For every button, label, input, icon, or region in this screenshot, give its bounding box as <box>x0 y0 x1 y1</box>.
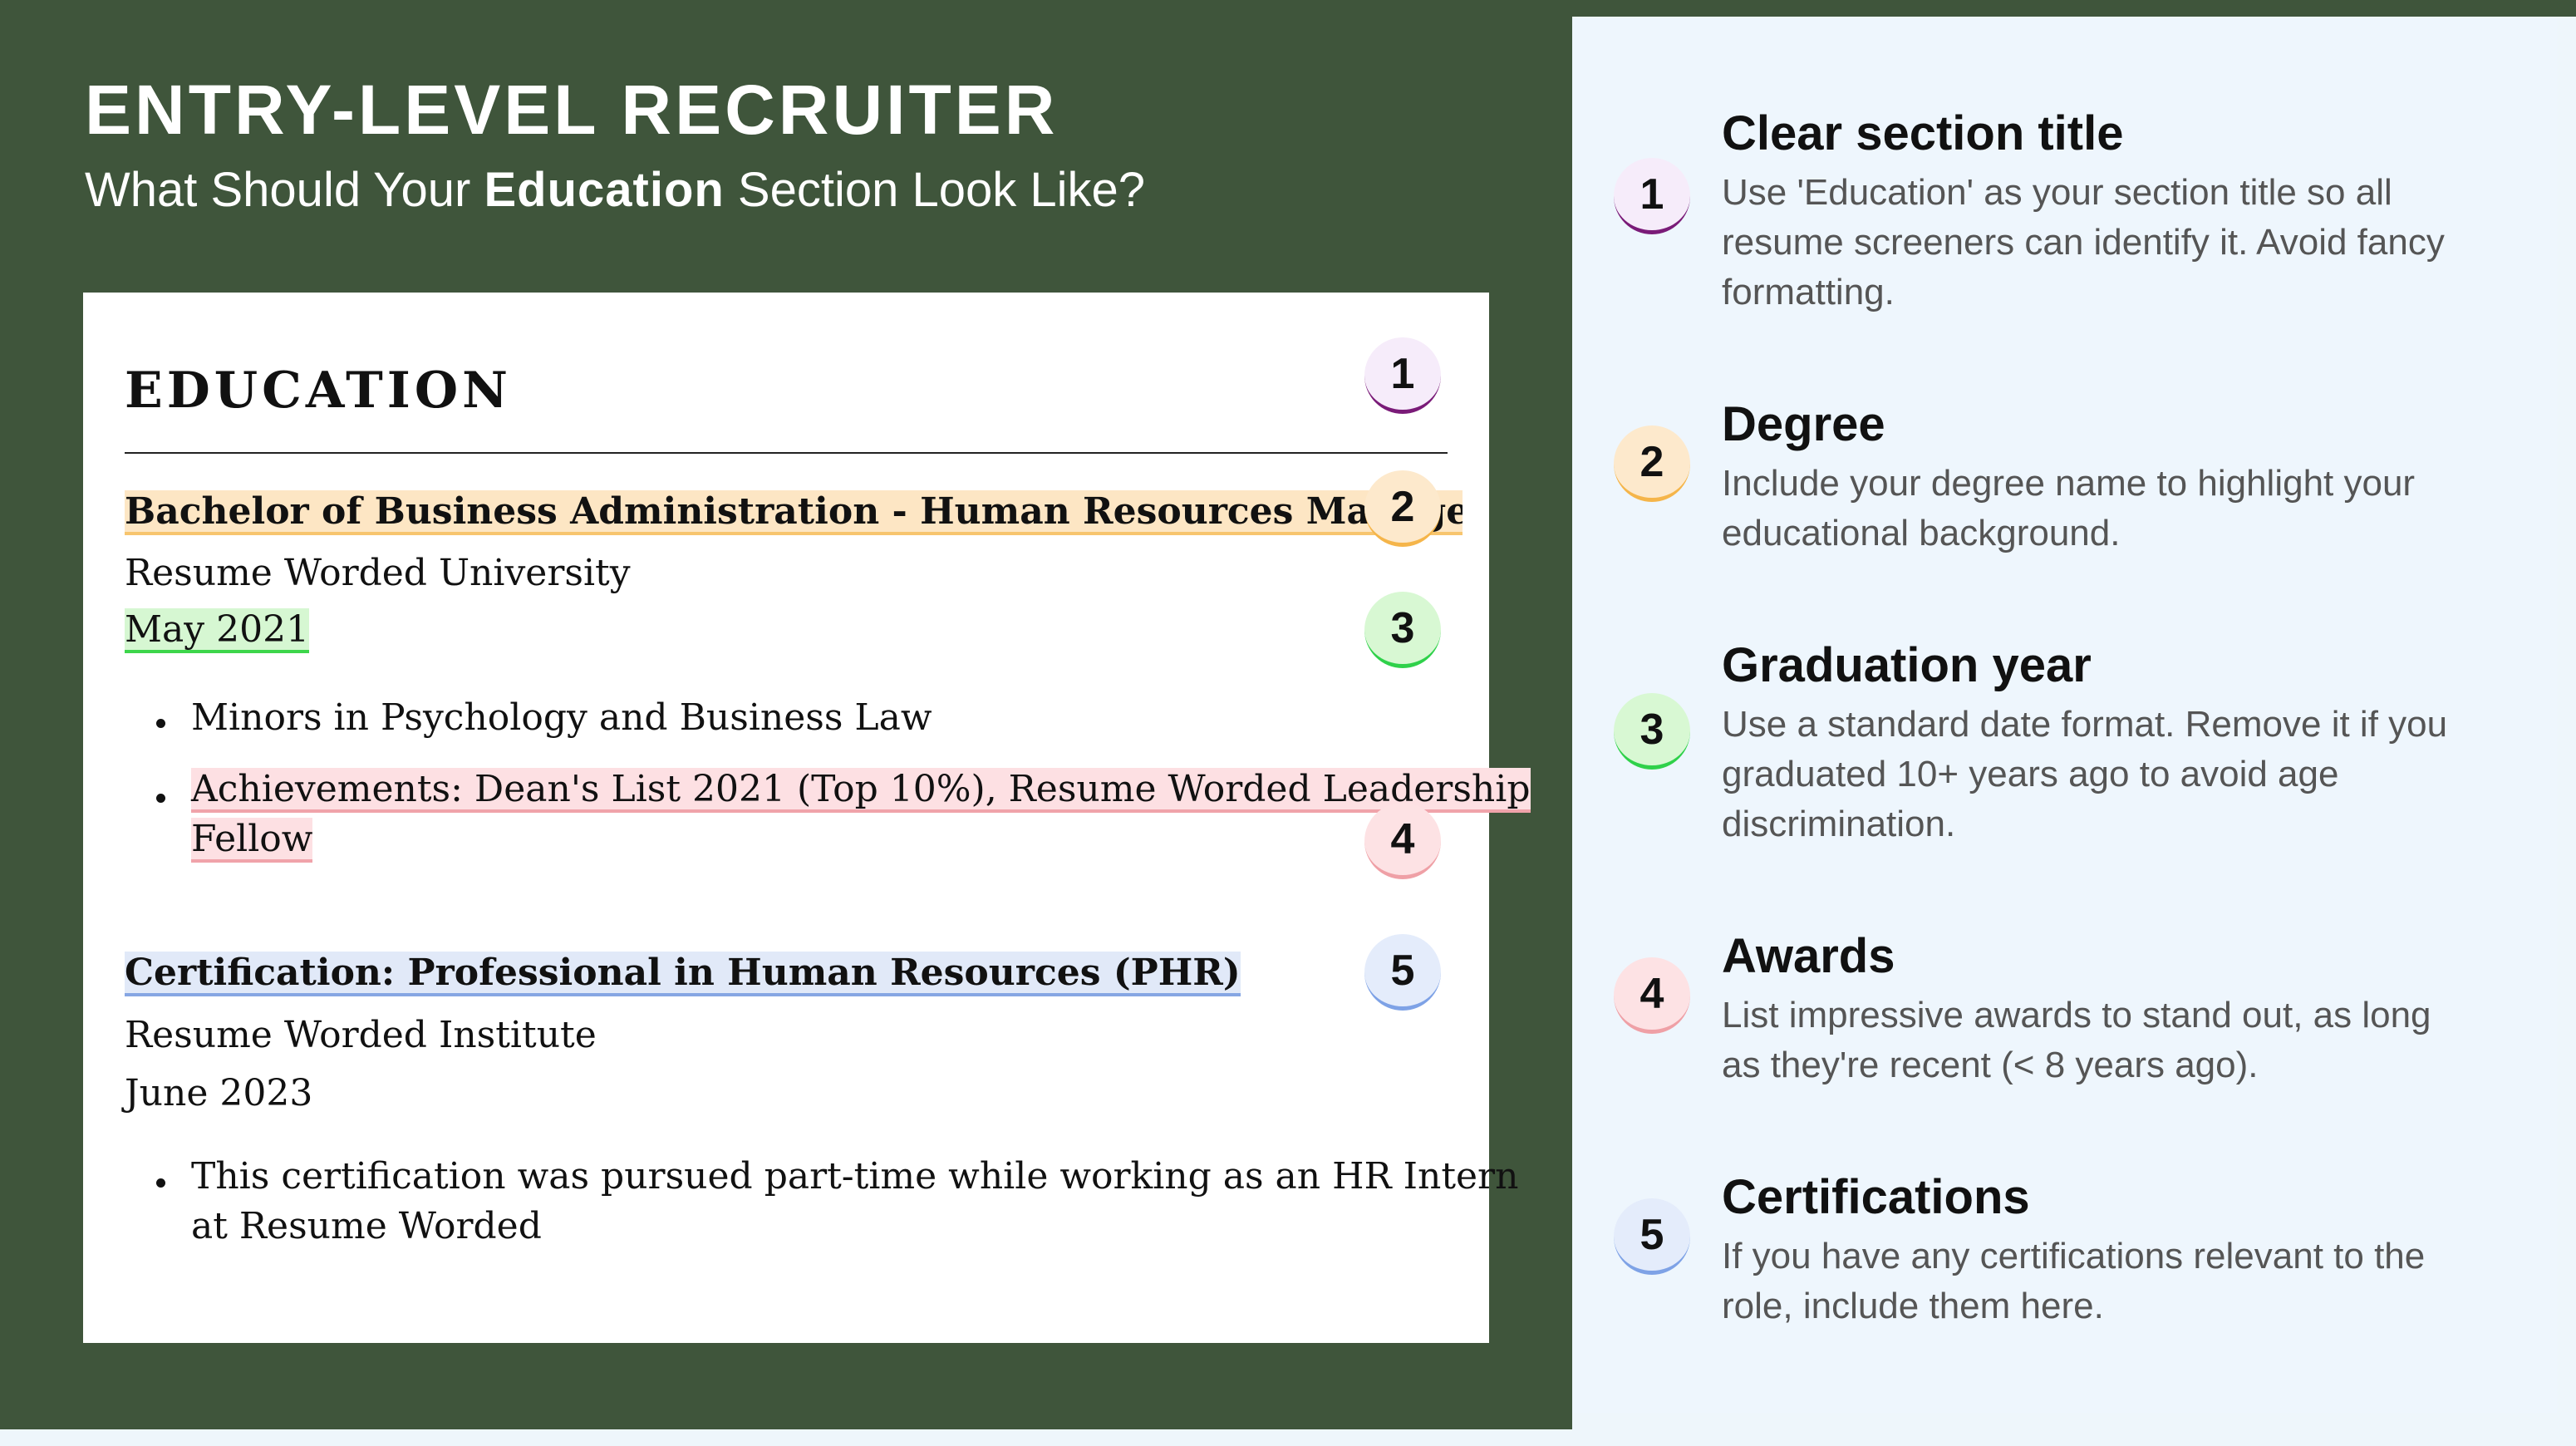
page-title: ENTRY-LEVEL RECRUITER <box>85 71 1059 149</box>
tip-desc-5: If you have any certifications relevant … <box>1722 1236 2426 1326</box>
badge-4: 4 <box>1364 803 1441 879</box>
subtitle-suffix: Section Look Like? <box>724 163 1146 217</box>
badge-3: 3 <box>1364 592 1441 668</box>
subtitle-prefix: What Should Your <box>85 163 484 217</box>
minors-bullet: Minors in Psychology and Business Law <box>191 696 932 739</box>
subtitle-bold: Education <box>484 163 725 217</box>
tip-title-1: Clear section title <box>1722 106 2124 160</box>
certification-date: June 2023 <box>125 1072 313 1114</box>
tip-title-2: Degree <box>1722 397 1885 451</box>
education-heading: EDUCATION <box>125 362 512 420</box>
achievements-text: Achievements: Dean's List 2021 (Top 10%)… <box>191 768 1531 813</box>
cert-bullet-line-2: at Resume Worded <box>191 1205 542 1247</box>
achievements-text-continued: Fellow <box>191 818 313 863</box>
tip-desc-2: Include your degree name to highlight yo… <box>1722 463 2416 553</box>
page-subtitle: What Should Your Education Section Look … <box>85 166 1145 214</box>
tip-badge-1: 1 <box>1614 158 1690 234</box>
tips-panel: 1 Clear section title Use 'Education' as… <box>1572 17 2558 1413</box>
bullet-dot <box>156 719 165 728</box>
certification-line: Certification: Professional in Human Res… <box>125 952 1241 996</box>
degree-line: Bachelor of Business Administration - Hu… <box>125 490 1463 535</box>
tip-title-4: Awards <box>1722 929 1895 983</box>
tip-title-3: Graduation year <box>1722 638 2092 692</box>
grad-date-line: May 2021 <box>125 608 310 653</box>
tip-title-5: Certifications <box>1722 1170 2030 1224</box>
degree-name: Bachelor of Business Administration - Hu… <box>125 490 1463 535</box>
achievements-line-2: Fellow <box>191 818 313 863</box>
tip-badge-5: 5 <box>1614 1198 1690 1275</box>
tip-badge-4: 4 <box>1614 957 1690 1034</box>
tip-desc-1: Use 'Education' as your section title so… <box>1722 172 2445 312</box>
tip-desc-4: List impressive awards to stand out, as … <box>1722 995 2431 1085</box>
institute-name: Resume Worded Institute <box>125 1014 597 1056</box>
graduation-date: May 2021 <box>125 608 310 653</box>
university-name: Resume Worded University <box>125 552 631 594</box>
tip-desc-3: Use a standard date format. Remove it if… <box>1722 704 2448 844</box>
achievements-line-1: Achievements: Dean's List 2021 (Top 10%)… <box>191 768 1531 813</box>
badge-1: 1 <box>1364 337 1441 414</box>
tip-badge-3: 3 <box>1614 693 1690 770</box>
tip-badge-2: 2 <box>1614 425 1690 502</box>
badge-2: 2 <box>1364 470 1441 547</box>
top-border <box>1572 0 2576 17</box>
resume-sample: EDUCATION Bachelor of Business Administr… <box>83 293 1531 1343</box>
heading-divider <box>125 452 1448 454</box>
badge-5: 5 <box>1364 934 1441 1011</box>
certification-name: Certification: Professional in Human Res… <box>125 952 1241 996</box>
cert-bullet-line-1: This certification was pursued part-time… <box>191 1155 1519 1198</box>
bullet-dot <box>156 794 165 803</box>
bullet-dot <box>156 1178 165 1188</box>
